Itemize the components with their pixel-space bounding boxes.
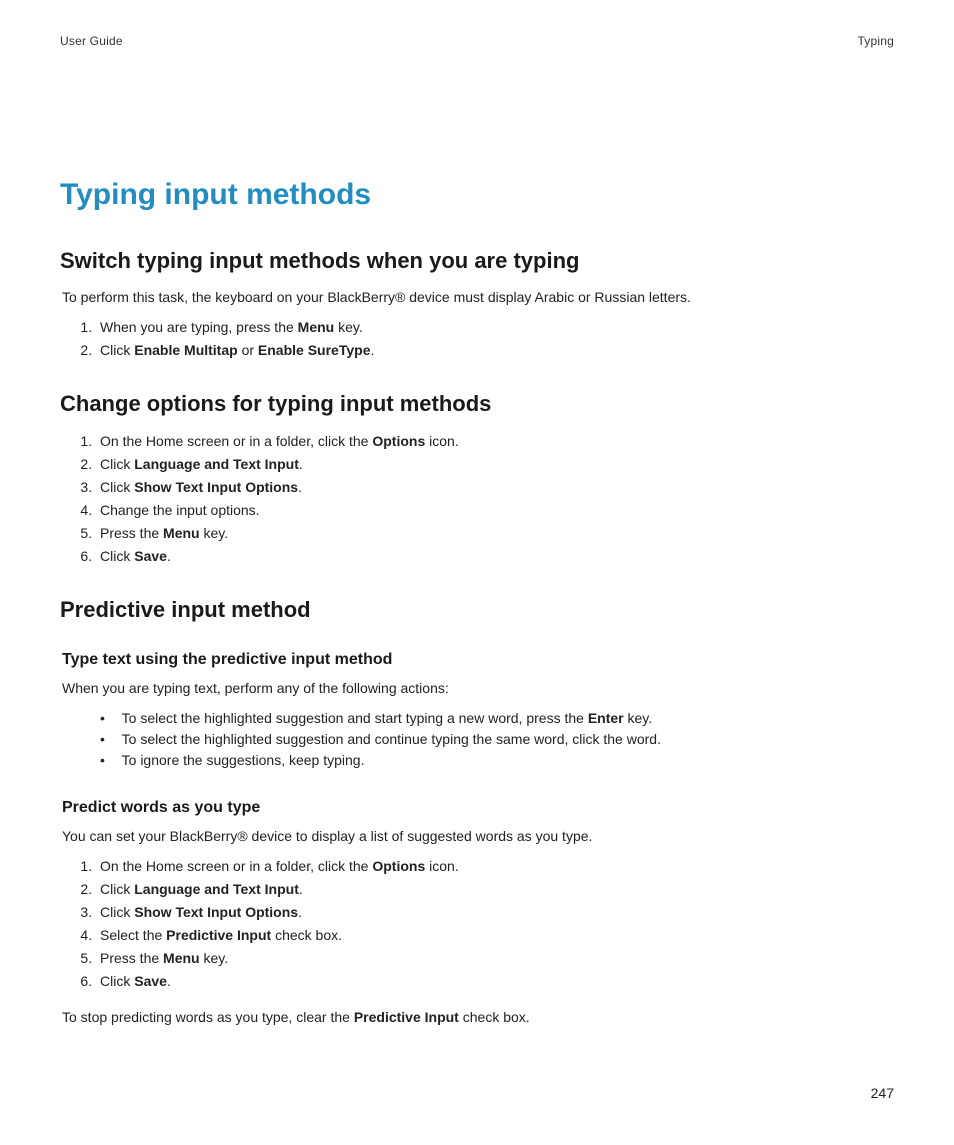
step-text: Change the input options. bbox=[100, 502, 260, 518]
list-item: Click Language and Text Input. bbox=[96, 879, 894, 900]
list-item: Click Language and Text Input. bbox=[96, 454, 894, 475]
step-text: Click bbox=[100, 904, 134, 920]
step-bold: Show Text Input Options bbox=[134, 479, 298, 495]
bullet-text: To ignore the suggestions, keep typing. bbox=[122, 752, 365, 768]
running-header: User Guide Typing bbox=[60, 34, 894, 48]
step-text: key. bbox=[200, 525, 229, 541]
step-text: icon. bbox=[425, 433, 458, 449]
subsection-heading-typetext: Type text using the predictive input met… bbox=[62, 651, 894, 669]
step-text: . bbox=[299, 881, 303, 897]
step-text: . bbox=[167, 973, 171, 989]
step-bold: Options bbox=[372, 433, 425, 449]
step-text: key. bbox=[200, 950, 229, 966]
subsection-typetext-bullets: To select the highlighted suggestion and… bbox=[100, 708, 894, 771]
step-text: or bbox=[238, 342, 258, 358]
list-item: Click Save. bbox=[96, 546, 894, 567]
step-bold: Save bbox=[134, 548, 167, 564]
step-text: Click bbox=[100, 881, 134, 897]
list-item: On the Home screen or in a folder, click… bbox=[96, 856, 894, 877]
step-text: . bbox=[167, 548, 171, 564]
subsection-heading-predictwords: Predict words as you type bbox=[62, 799, 894, 817]
step-bold: Menu bbox=[163, 950, 200, 966]
section-heading-switch: Switch typing input methods when you are… bbox=[60, 248, 894, 274]
subsection-predictwords-intro: You can set your BlackBerry® device to d… bbox=[62, 827, 894, 846]
step-bold: Options bbox=[372, 858, 425, 874]
outro-bold: Predictive Input bbox=[354, 1009, 459, 1025]
subsection-predictwords-steps: On the Home screen or in a folder, click… bbox=[62, 856, 894, 992]
list-item: Click Show Text Input Options. bbox=[96, 902, 894, 923]
step-text: On the Home screen or in a folder, click… bbox=[100, 858, 372, 874]
header-left: User Guide bbox=[60, 34, 123, 48]
step-text: check box. bbox=[271, 927, 342, 943]
list-item: To ignore the suggestions, keep typing. bbox=[100, 750, 894, 771]
list-item: Press the Menu key. bbox=[96, 523, 894, 544]
section-heading-change: Change options for typing input methods bbox=[60, 391, 894, 417]
step-text: When you are typing, press the bbox=[100, 319, 298, 335]
list-item: Click Show Text Input Options. bbox=[96, 477, 894, 498]
step-text: On the Home screen or in a folder, click… bbox=[100, 433, 372, 449]
step-bold: Language and Text Input bbox=[134, 456, 299, 472]
section-switch-steps: When you are typing, press the Menu key.… bbox=[62, 317, 894, 361]
step-bold: Save bbox=[134, 973, 167, 989]
bullet-bold: Enter bbox=[588, 710, 624, 726]
list-item: Press the Menu key. bbox=[96, 948, 894, 969]
step-text: Click bbox=[100, 973, 134, 989]
step-bold: Show Text Input Options bbox=[134, 904, 298, 920]
step-text: Click bbox=[100, 479, 134, 495]
step-text: Click bbox=[100, 548, 134, 564]
list-item: Change the input options. bbox=[96, 500, 894, 521]
step-text: key. bbox=[334, 319, 363, 335]
step-text: Press the bbox=[100, 950, 163, 966]
list-item: Click Save. bbox=[96, 971, 894, 992]
outro-text: check box. bbox=[459, 1009, 530, 1025]
page-number: 247 bbox=[871, 1085, 894, 1101]
step-bold: Enable Multitap bbox=[134, 342, 237, 358]
bullet-text: key. bbox=[624, 710, 653, 726]
bullet-text: To select the highlighted suggestion and… bbox=[122, 731, 661, 747]
step-bold: Menu bbox=[163, 525, 200, 541]
step-text: Select the bbox=[100, 927, 166, 943]
step-bold: Language and Text Input bbox=[134, 881, 299, 897]
step-text: . bbox=[298, 904, 302, 920]
section-switch-intro: To perform this task, the keyboard on yo… bbox=[62, 288, 894, 307]
step-text: . bbox=[298, 479, 302, 495]
section-heading-predictive: Predictive input method bbox=[60, 597, 894, 623]
step-text: icon. bbox=[425, 858, 458, 874]
bullet-text: To select the highlighted suggestion and… bbox=[122, 710, 588, 726]
header-right: Typing bbox=[857, 34, 894, 48]
page-title: Typing input methods bbox=[60, 178, 894, 212]
step-bold: Menu bbox=[298, 319, 335, 335]
page: User Guide Typing Typing input methods S… bbox=[0, 0, 954, 1145]
list-item: When you are typing, press the Menu key. bbox=[96, 317, 894, 338]
step-text: Press the bbox=[100, 525, 163, 541]
list-item: On the Home screen or in a folder, click… bbox=[96, 431, 894, 452]
list-item: Select the Predictive Input check box. bbox=[96, 925, 894, 946]
step-text: Click bbox=[100, 456, 134, 472]
outro-text: To stop predicting words as you type, cl… bbox=[62, 1009, 354, 1025]
subsection-predictwords-outro: To stop predicting words as you type, cl… bbox=[62, 1008, 894, 1027]
section-change-steps: On the Home screen or in a folder, click… bbox=[62, 431, 894, 567]
list-item: To select the highlighted suggestion and… bbox=[100, 708, 894, 729]
step-text: . bbox=[299, 456, 303, 472]
step-text: . bbox=[370, 342, 374, 358]
list-item: Click Enable Multitap or Enable SureType… bbox=[96, 340, 894, 361]
list-item: To select the highlighted suggestion and… bbox=[100, 729, 894, 750]
step-bold: Predictive Input bbox=[166, 927, 271, 943]
step-bold: Enable SureType bbox=[258, 342, 371, 358]
step-text: Click bbox=[100, 342, 134, 358]
subsection-typetext-intro: When you are typing text, perform any of… bbox=[62, 679, 894, 698]
